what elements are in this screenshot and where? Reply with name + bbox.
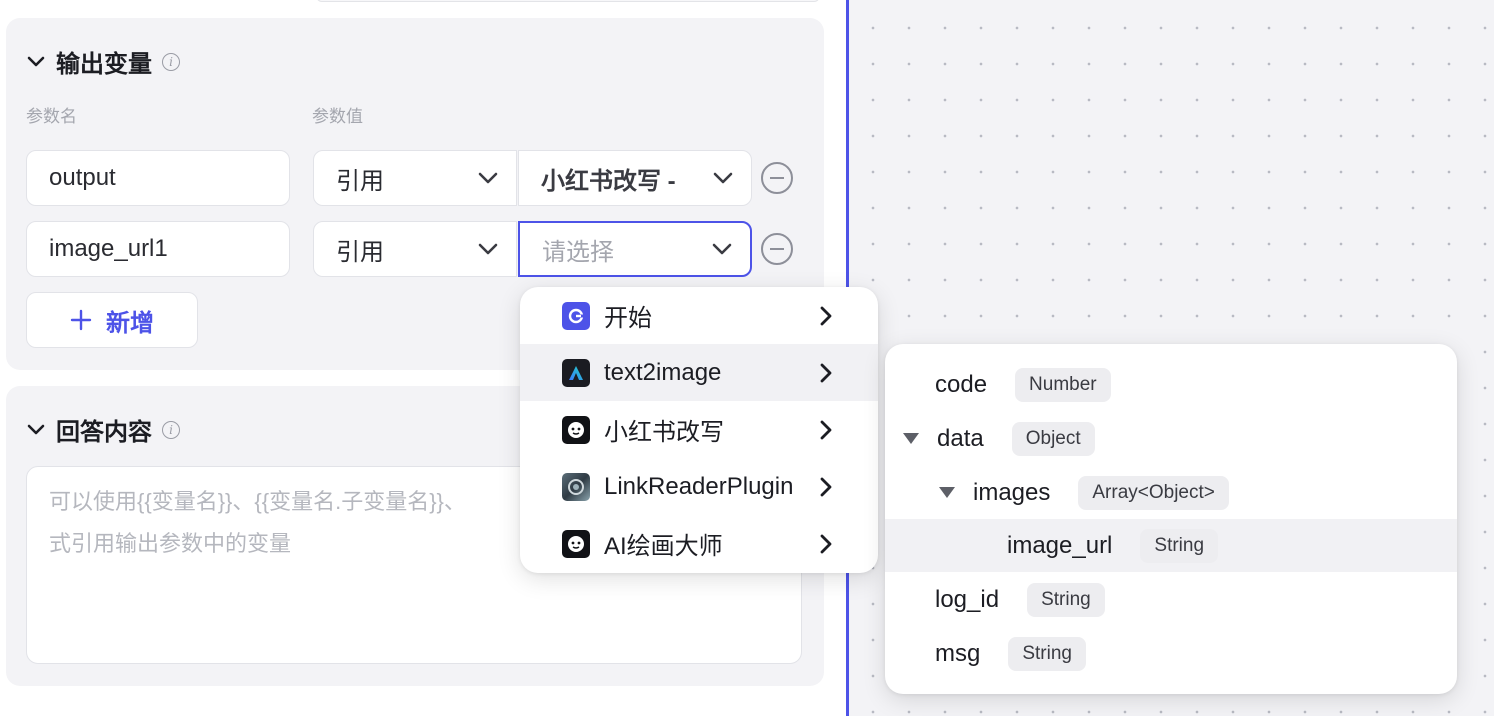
node-output-fields-panel: code Number data Object images Array<Obj… xyxy=(885,344,1457,694)
menu-item-text2image[interactable]: text2image xyxy=(520,344,878,401)
field-name: log_id xyxy=(935,585,1000,613)
chevron-right-icon xyxy=(820,534,832,553)
field-name: image_url xyxy=(1007,531,1113,559)
field-name: msg xyxy=(935,639,981,667)
chevron-right-icon xyxy=(820,363,832,382)
param-type-value: 引用 xyxy=(336,167,384,195)
type-badge: Number xyxy=(1015,367,1111,402)
field-row-code[interactable]: code Number xyxy=(885,358,1457,411)
remove-row-button[interactable] xyxy=(761,233,793,265)
menu-item-xiaohongshu-rewrite[interactable]: 小红书改写 xyxy=(520,401,878,458)
field-name: data xyxy=(937,424,984,452)
minus-icon xyxy=(770,248,784,250)
chevron-down-icon xyxy=(478,172,498,184)
type-badge: String xyxy=(1140,528,1219,563)
param-name-value: image_url1 xyxy=(49,235,168,262)
answer-section-title: 回答内容 xyxy=(56,419,152,446)
start-node-icon xyxy=(562,301,590,330)
menu-item-label: AI绘画大师 xyxy=(604,533,723,560)
type-badge: Object xyxy=(1011,421,1095,456)
param-name-column-label: 参数名 xyxy=(26,107,77,126)
param-type-select[interactable]: 引用 xyxy=(313,150,517,206)
param-value-column-label: 参数值 xyxy=(312,107,363,126)
robot-icon xyxy=(562,415,590,444)
field-name: code xyxy=(935,370,988,398)
field-row-log-id[interactable]: log_id String xyxy=(885,573,1457,626)
field-row-msg[interactable]: msg String xyxy=(885,627,1457,680)
text2image-icon xyxy=(562,358,590,387)
answer-section-header[interactable]: 回答内容 i xyxy=(26,412,180,447)
type-badge: String xyxy=(1008,636,1086,671)
menu-item-label: 小红书改写 xyxy=(604,419,724,446)
robot-icon xyxy=(562,529,590,558)
minus-icon xyxy=(770,177,784,179)
param-type-select[interactable]: 引用 xyxy=(313,221,517,277)
chevron-down-icon xyxy=(478,243,498,255)
menu-item-linkreaderplugin[interactable]: LinkReaderPlugin xyxy=(520,458,878,515)
param-reference-select[interactable]: 小红书改写 - xyxy=(518,150,752,206)
menu-item-start[interactable]: 开始 xyxy=(520,287,878,344)
field-row-image-url[interactable]: image_url String xyxy=(885,519,1457,572)
menu-item-label: 开始 xyxy=(604,305,652,332)
add-variable-button[interactable]: 新增 xyxy=(26,292,198,348)
field-row-data[interactable]: data Object xyxy=(885,412,1457,465)
type-badge: Array<Object> xyxy=(1078,475,1229,510)
caret-down-icon[interactable] xyxy=(939,487,955,498)
previous-field-edge xyxy=(316,0,820,2)
menu-item-label: LinkReaderPlugin xyxy=(604,472,794,500)
param-type-value: 引用 xyxy=(336,238,384,266)
field-row-images[interactable]: images Array<Object> xyxy=(885,466,1457,519)
output-section-header[interactable]: 输出变量 i xyxy=(26,44,180,79)
param-name-input[interactable]: output xyxy=(26,150,290,206)
info-icon[interactable]: i xyxy=(162,52,180,71)
chevron-down-icon[interactable] xyxy=(26,52,46,72)
add-variable-label: 新增 xyxy=(106,309,154,337)
chevron-down-icon xyxy=(712,243,732,255)
plus-icon xyxy=(70,309,92,331)
param-reference-select[interactable]: 请选择 xyxy=(518,221,752,277)
caret-down-icon[interactable] xyxy=(903,433,919,444)
chevron-down-icon[interactable] xyxy=(26,420,46,440)
chevron-down-icon xyxy=(713,172,733,184)
link-reader-icon xyxy=(562,472,590,501)
info-icon[interactable]: i xyxy=(162,420,180,439)
param-reference-placeholder: 请选择 xyxy=(542,238,614,266)
output-section-title: 输出变量 xyxy=(56,51,152,78)
reference-node-menu: 开始 text2image 小红书改写 LinkReaderPlugin AI绘… xyxy=(520,287,878,573)
chevron-right-icon xyxy=(820,420,832,439)
field-name: images xyxy=(973,478,1051,506)
param-name-value: output xyxy=(49,164,116,191)
param-name-input[interactable]: image_url1 xyxy=(26,221,290,277)
remove-row-button[interactable] xyxy=(761,162,793,194)
menu-item-label: text2image xyxy=(604,358,722,386)
type-badge: String xyxy=(1027,582,1105,617)
chevron-right-icon xyxy=(820,477,832,496)
chevron-right-icon xyxy=(820,306,832,325)
menu-item-ai-painting-master[interactable]: AI绘画大师 xyxy=(520,515,878,572)
param-reference-value: 小红书改写 - xyxy=(541,167,676,195)
